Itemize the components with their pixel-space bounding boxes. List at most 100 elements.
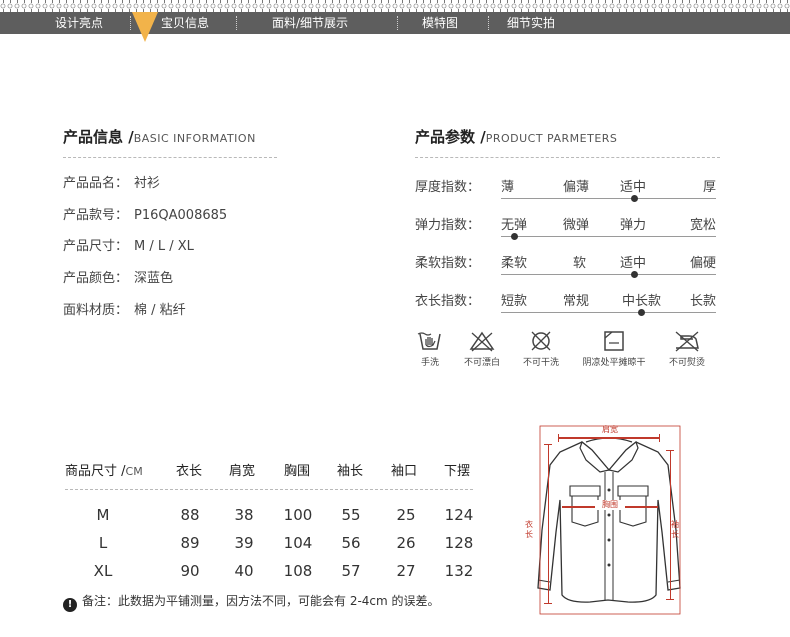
nav-item-detail-photos[interactable]: 细节实拍 (500, 12, 562, 34)
info-row-size: 产品尺寸： M / L / XL (63, 235, 194, 254)
chest-label: 胸围 (595, 500, 625, 510)
value-cell: 38 (234, 506, 254, 524)
param-row-elasticity: 弹力指数： 无弹 微弹 弹力 宽松 (415, 214, 720, 244)
size-cell: L (98, 534, 108, 552)
param-option: 宽松 (690, 218, 717, 233)
param-option: 柔软 (501, 256, 528, 271)
no-dry-clean-icon (531, 331, 551, 351)
top-decorative-rings (0, 3, 790, 9)
param-label: 弹力指数： (415, 218, 481, 233)
param-scale-line (501, 312, 716, 313)
param-label: 厚度指数： (415, 180, 481, 195)
info-row-material: 面料材质： 棉 / 粘纤 (63, 299, 186, 318)
size-table-unit: CM (125, 465, 143, 478)
value-cell: 39 (234, 534, 254, 552)
info-value: M / L / XL (134, 239, 194, 254)
value-cell: 124 (444, 506, 474, 524)
info-value: 棉 / 粘纤 (134, 303, 186, 318)
param-indicator-dot (631, 271, 638, 278)
param-row-length: 衣长指数： 短款 常规 中长款 长款 (415, 290, 720, 320)
value-cell: 40 (234, 562, 254, 580)
info-label: 产品尺寸： (63, 239, 129, 254)
nav-separator (236, 16, 237, 30)
param-option: 适中 (620, 180, 647, 195)
param-scale-line (501, 198, 716, 199)
column-header: 下摆 (444, 464, 471, 479)
nav-separator (130, 16, 131, 30)
care-label: 不可干洗 (522, 358, 559, 368)
param-option: 短款 (501, 294, 528, 309)
param-option: 微弹 (563, 218, 590, 233)
size-cell: M (96, 506, 110, 524)
care-no-bleach: 不可漂白 (458, 330, 506, 368)
param-option: 偏薄 (563, 180, 590, 195)
info-value: P16QA008685 (134, 208, 228, 223)
basic-info-title: 产品信息 / (63, 128, 134, 146)
value-cell: 27 (396, 562, 416, 580)
value-cell: 25 (396, 506, 416, 524)
param-option: 长款 (690, 294, 717, 309)
divider (415, 157, 720, 158)
column-header: 袖长 (337, 464, 364, 479)
value-cell: 55 (341, 506, 361, 524)
nav-item-design[interactable]: 设计亮点 (40, 12, 118, 34)
params-title: 产品参数 / (415, 128, 486, 146)
param-option: 中长款 (622, 294, 662, 309)
care-label: 手洗 (420, 358, 439, 368)
value-cell: 128 (444, 534, 474, 552)
params-subtitle: PRODUCT PARMETERS (485, 132, 618, 145)
value-cell: 104 (283, 534, 313, 552)
size-cell: XL (93, 562, 113, 580)
care-no-iron: 不可熨烫 (662, 330, 712, 368)
column-header: 袖口 (391, 464, 418, 479)
care-label: 不可熨烫 (668, 358, 705, 368)
note-text: 备注：此数据为平铺测量，因方法不同，可能会有 2-4cm 的误差。 (82, 594, 440, 608)
value-cell: 89 (180, 534, 200, 552)
info-label: 面料材质： (63, 303, 129, 318)
active-nav-pointer (132, 12, 158, 42)
param-scale-line (501, 236, 716, 237)
hand-wash-icon (417, 332, 441, 350)
sleeve-length-label: 袖长 (671, 520, 679, 539)
basic-info-heading: 产品信息 /BASIC INFORMATION (63, 126, 256, 147)
value-cell: 100 (283, 506, 313, 524)
param-indicator-dot (631, 195, 638, 202)
value-cell: 90 (180, 562, 200, 580)
nav-item-product-info[interactable]: 宝贝信息 (150, 12, 220, 34)
nav-separator (397, 16, 398, 30)
column-header: 胸围 (284, 464, 311, 479)
value-cell: 57 (341, 562, 361, 580)
measurement-note: ! 备注：此数据为平铺测量，因方法不同，可能会有 2-4cm 的误差。 (63, 592, 440, 612)
param-indicator-dot (511, 233, 518, 240)
body-length-label: 衣长 (525, 520, 533, 539)
param-label: 衣长指数： (415, 294, 481, 309)
param-row-thickness: 厚度指数： 薄 偏薄 适中 厚 (415, 176, 720, 206)
nav-item-model[interactable]: 模特图 (410, 12, 470, 34)
param-option: 偏硬 (690, 256, 717, 271)
info-value: 深蓝色 (134, 271, 174, 286)
param-row-softness: 柔软指数： 柔软 软 适中 偏硬 (415, 252, 720, 282)
info-label: 产品颜色： (63, 271, 129, 286)
param-option: 厚 (703, 180, 717, 195)
param-option: 无弹 (501, 218, 528, 233)
param-label: 柔软指数： (415, 256, 481, 271)
info-label: 产品品名： (63, 176, 129, 191)
info-label: 产品款号： (63, 208, 129, 223)
nav-separator (488, 16, 489, 30)
care-no-dry-clean: 不可干洗 (517, 330, 565, 368)
column-header: 肩宽 (229, 464, 256, 479)
basic-info-subtitle: BASIC INFORMATION (133, 132, 256, 145)
divider (65, 489, 473, 490)
shoulder-width-label: 肩宽 (602, 425, 618, 434)
value-cell: 56 (341, 534, 361, 552)
param-option: 弹力 (620, 218, 647, 233)
value-cell: 88 (180, 506, 200, 524)
info-value: 衬衫 (134, 176, 161, 191)
shirt-measurement-diagram: 肩宽 胸围 衣长 袖长 (520, 420, 700, 620)
param-scale-line (501, 274, 716, 275)
nav-item-fabric-detail[interactable]: 面料/细节展示 (255, 12, 365, 34)
no-bleach-icon (469, 331, 495, 352)
section-nav-bar: 设计亮点 宝贝信息 面料/细节展示 模特图 细节实拍 (0, 12, 790, 34)
no-iron-icon (675, 331, 699, 352)
info-row-name: 产品品名： 衬衫 (63, 172, 160, 191)
